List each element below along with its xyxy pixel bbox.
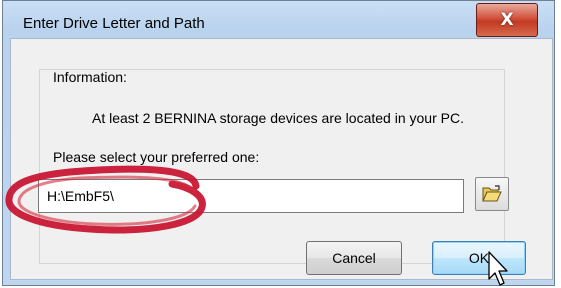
close-button[interactable]: X bbox=[476, 3, 538, 37]
close-icon: X bbox=[500, 10, 514, 30]
info-message: At least 2 BERNINA storage devices are l… bbox=[92, 110, 464, 126]
ok-button[interactable]: OK bbox=[432, 241, 526, 275]
window-title: Enter Drive Letter and Path bbox=[23, 15, 205, 32]
cancel-label: Cancel bbox=[332, 250, 376, 266]
ok-label: OK bbox=[468, 250, 490, 266]
info-panel bbox=[39, 69, 505, 264]
drive-path-input[interactable] bbox=[38, 179, 464, 213]
browse-folder-button[interactable] bbox=[475, 177, 509, 211]
info-heading: Information: bbox=[53, 69, 127, 85]
cancel-button[interactable]: Cancel bbox=[306, 241, 402, 275]
open-folder-icon bbox=[482, 185, 502, 202]
select-prompt: Please select your preferred one: bbox=[53, 149, 260, 165]
